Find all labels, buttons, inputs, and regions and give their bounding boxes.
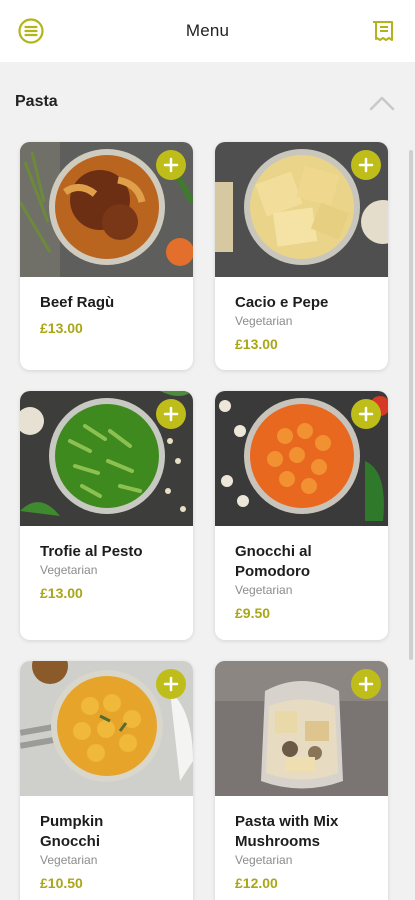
hamburger-circle-icon <box>18 18 44 44</box>
add-to-cart-button[interactable] <box>351 669 381 699</box>
scrollbar[interactable] <box>409 150 413 660</box>
add-to-cart-button[interactable] <box>351 150 381 180</box>
dish-image <box>20 661 193 796</box>
dish-tag: Vegetarian <box>235 853 293 867</box>
menu-button[interactable] <box>16 16 46 46</box>
dish-name: Beef Ragù <box>40 294 115 311</box>
plus-icon <box>358 676 374 692</box>
plus-icon <box>358 406 374 422</box>
dish-name: Trofie al Pesto <box>40 543 143 560</box>
receipt-icon <box>373 21 393 41</box>
plus-icon <box>358 157 374 173</box>
add-to-cart-button[interactable] <box>351 399 381 429</box>
dish-image <box>215 391 388 526</box>
plus-icon <box>163 676 179 692</box>
add-to-cart-button[interactable] <box>156 150 186 180</box>
menu-item-card[interactable]: Gnocchi al Pomodoro Vegetarian £9.50 <box>215 391 388 640</box>
dish-tag: Vegetarian <box>40 853 98 867</box>
dish-tag: Vegetarian <box>40 563 98 577</box>
dish-price: £10.50 <box>40 875 83 891</box>
add-to-cart-button[interactable] <box>156 399 186 429</box>
menu-item-card[interactable]: Pasta with Mix Mushrooms Vegetarian £12.… <box>215 661 388 900</box>
dish-price: £12.00 <box>235 875 278 891</box>
menu-item-card[interactable]: Beef Ragù £13.00 <box>20 142 193 370</box>
dish-tag: Vegetarian <box>235 583 293 597</box>
dish-price: £9.50 <box>235 605 271 621</box>
dish-price: £13.00 <box>40 320 83 336</box>
plus-icon <box>163 406 179 422</box>
receipt-button[interactable] <box>369 16 399 46</box>
dish-name: Cacio e Pepe <box>235 294 329 311</box>
dish-name: Pasta with Mix Mushrooms <box>235 813 339 850</box>
section-header[interactable]: Pasta <box>0 62 415 142</box>
top-bar: Menu <box>0 0 415 62</box>
page-title: Menu <box>185 21 230 40</box>
plus-icon <box>163 157 179 173</box>
dish-price: £13.00 <box>235 336 278 352</box>
menu-item-card[interactable]: Pumpkin Gnocchi Vegetarian £10.50 <box>20 661 193 900</box>
dish-name: Gnocchi al Pomodoro <box>235 543 312 580</box>
dish-image <box>20 142 193 277</box>
dish-image <box>215 661 388 796</box>
dish-name: Pumpkin Gnocchi <box>40 813 104 850</box>
chevron-up-icon[interactable] <box>369 95 395 111</box>
menu-item-card[interactable]: Trofie al Pesto Vegetarian £13.00 <box>20 391 193 640</box>
dish-tag: Vegetarian <box>235 314 293 328</box>
section-title: Pasta <box>15 93 58 110</box>
dish-image <box>215 142 388 277</box>
menu-item-card[interactable]: Cacio e Pepe Vegetarian £13.00 <box>215 142 388 370</box>
dish-price: £13.00 <box>40 585 83 601</box>
dish-image <box>20 391 193 526</box>
add-to-cart-button[interactable] <box>156 669 186 699</box>
